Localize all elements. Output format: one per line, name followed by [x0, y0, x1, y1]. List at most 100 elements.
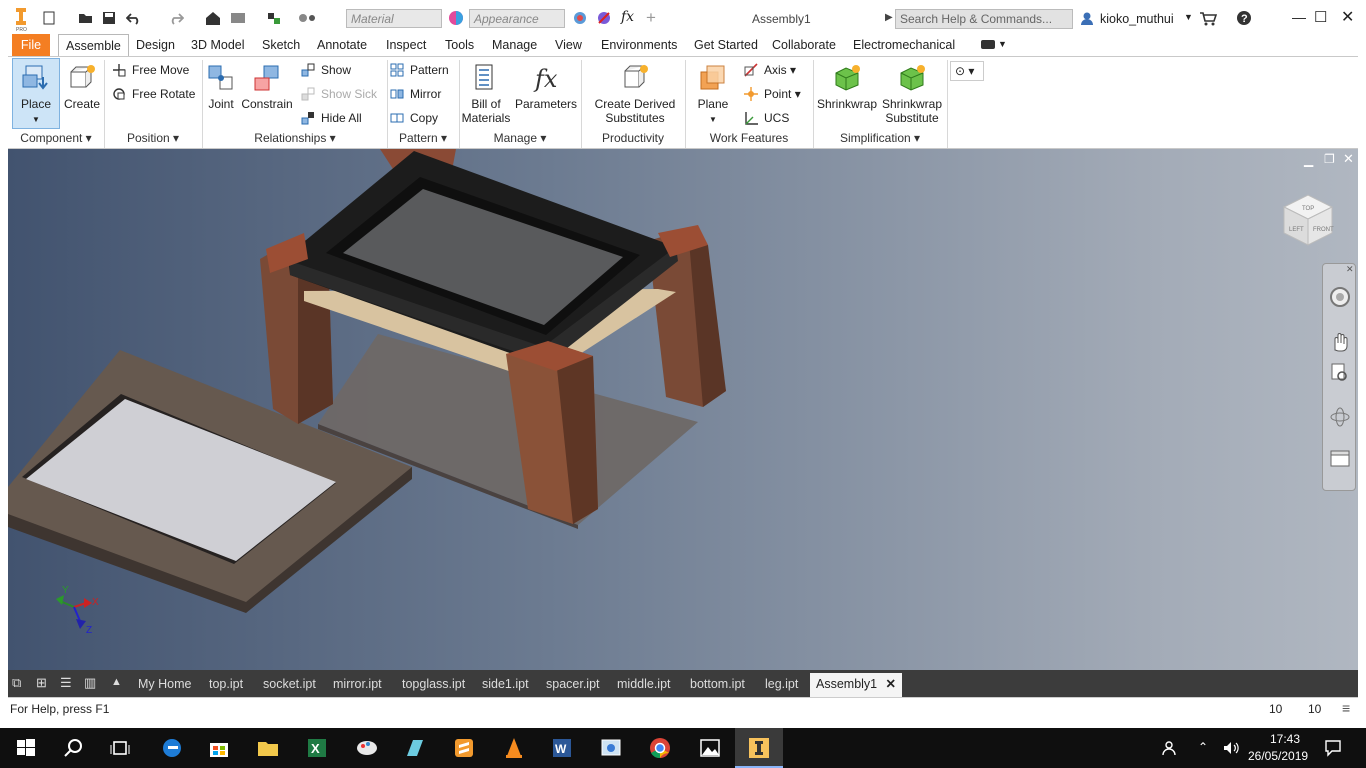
- search-help-input[interactable]: Search Help & Commands...: [895, 9, 1073, 29]
- tab-assemble[interactable]: Assemble: [58, 34, 129, 57]
- file-explorer-icon[interactable]: [256, 736, 280, 760]
- clock-date[interactable]: 26/05/2019: [1248, 749, 1308, 763]
- vlc-icon[interactable]: [502, 736, 526, 760]
- tab-collaborate[interactable]: Collaborate: [765, 34, 843, 56]
- people-icon[interactable]: [1160, 740, 1178, 756]
- paint-icon[interactable]: [355, 736, 379, 760]
- expand-arrow-icon[interactable]: ▶: [885, 12, 893, 23]
- chrome-icon[interactable]: [648, 736, 672, 760]
- doc-tab-top[interactable]: top.ipt: [203, 673, 249, 697]
- sublime-icon[interactable]: [452, 736, 476, 760]
- tab-sketch[interactable]: Sketch: [255, 34, 307, 56]
- volume-icon[interactable]: [1222, 740, 1240, 756]
- group-manage-label[interactable]: Manage ▾: [460, 131, 580, 145]
- adjust-icon[interactable]: [572, 10, 588, 26]
- ucs-button[interactable]: UCS: [744, 109, 789, 127]
- tab-get-started[interactable]: Get Started: [687, 34, 765, 56]
- tab-file[interactable]: File: [12, 34, 50, 56]
- doc-tab-my-home[interactable]: My Home: [132, 673, 197, 697]
- close-icon[interactable]: ✕: [1341, 7, 1354, 27]
- select-icon[interactable]: [266, 11, 284, 25]
- tab-list-icon[interactable]: ▲: [111, 676, 122, 688]
- appearance-dropdown[interactable]: Appearance: [469, 9, 565, 28]
- group-simplification-label[interactable]: Simplification ▾: [814, 131, 946, 145]
- redo-icon[interactable]: [168, 11, 184, 25]
- view-restore-icon[interactable]: ❐: [1324, 152, 1335, 166]
- doc-tab-spacer[interactable]: spacer.ipt: [540, 673, 606, 697]
- steering-wheel-icon[interactable]: [1329, 286, 1351, 308]
- excel-icon[interactable]: X: [305, 736, 329, 760]
- fx-icon[interactable]: fx: [621, 9, 634, 25]
- doc-tab-side1[interactable]: side1.ipt: [476, 673, 535, 697]
- windows-start-icon[interactable]: [14, 736, 38, 760]
- doc-tab-leg[interactable]: leg.ipt: [759, 673, 804, 697]
- tab-manage[interactable]: Manage: [485, 34, 544, 56]
- viewcube[interactable]: TOP LEFT FRONT: [1280, 189, 1338, 249]
- tab-electromechanical[interactable]: Electromechanical: [846, 34, 962, 56]
- status-menu-icon[interactable]: ≡: [1342, 700, 1350, 716]
- bill-of-materials-button[interactable]: Bill of Materials: [460, 63, 512, 125]
- video-icon[interactable]: [981, 40, 995, 49]
- group-component-label[interactable]: Component ▾: [10, 131, 102, 145]
- tab-design[interactable]: Design: [129, 34, 182, 56]
- joint-button[interactable]: Joint: [204, 63, 238, 111]
- group-position-label[interactable]: Position ▾: [106, 131, 200, 145]
- plane-dropdown-icon[interactable]: ▼: [709, 115, 717, 124]
- appearance-icon[interactable]: [448, 10, 464, 26]
- tab-annotate[interactable]: Annotate: [310, 34, 374, 56]
- tab-inspect[interactable]: Inspect: [379, 34, 433, 56]
- notifications-icon[interactable]: [1324, 739, 1342, 757]
- show-button[interactable]: Show: [301, 61, 351, 79]
- copy-button[interactable]: Copy: [390, 109, 438, 127]
- help-icon[interactable]: ?: [1236, 10, 1252, 26]
- parameters-button[interactable]: fx Parameters: [514, 63, 578, 111]
- undo-icon[interactable]: [126, 11, 142, 25]
- doc-tab-topglass[interactable]: topglass.ipt: [396, 673, 471, 697]
- material-dropdown[interactable]: Material: [346, 9, 442, 28]
- save-icon[interactable]: [102, 11, 116, 25]
- pan-icon[interactable]: [1329, 330, 1351, 352]
- tab-3d-model[interactable]: 3D Model: [184, 34, 252, 56]
- cascade-icon[interactable]: ⧉: [12, 675, 21, 691]
- doc-tab-mirror[interactable]: mirror.ipt: [327, 673, 388, 697]
- point-button[interactable]: Point ▾: [744, 85, 801, 103]
- graphics-viewport[interactable]: ▁ ❐ ✕ TOP LEFT FRONT ✕ Y X Z: [8, 149, 1358, 670]
- edge-icon[interactable]: [160, 736, 184, 760]
- hide-all-button[interactable]: Hide All: [301, 109, 362, 127]
- home-icon[interactable]: [205, 11, 221, 25]
- view-close-icon[interactable]: ✕: [1343, 151, 1354, 167]
- plane-button[interactable]: Plane ▼: [692, 63, 734, 127]
- update-icon[interactable]: [230, 11, 248, 25]
- doc-tab-middle[interactable]: middle.ipt: [611, 673, 677, 697]
- tile-icon[interactable]: ⊞: [36, 675, 47, 691]
- group-pattern-label[interactable]: Pattern ▾: [388, 131, 458, 145]
- top-frame-part[interactable]: [288, 151, 678, 363]
- doc-tab-assembly1[interactable]: Assembly1 ✕: [810, 673, 902, 697]
- place-button[interactable]: Place ▼: [13, 63, 59, 127]
- arrange-vertical-icon[interactable]: ▥: [84, 675, 96, 691]
- cart-icon[interactable]: [1199, 11, 1217, 27]
- task-view-icon[interactable]: [108, 736, 132, 760]
- open-icon[interactable]: [78, 11, 94, 25]
- tab-view[interactable]: View: [548, 34, 589, 56]
- tab-tools[interactable]: Tools: [438, 34, 481, 56]
- clear-appearance-icon[interactable]: [596, 10, 612, 26]
- store-icon[interactable]: [207, 736, 231, 760]
- ribbon-customize-button[interactable]: ⊙ ▾: [950, 61, 984, 81]
- user-name[interactable]: kioko_muthui: [1100, 12, 1174, 26]
- tab-environments[interactable]: Environments: [594, 34, 684, 56]
- model-canvas[interactable]: [8, 149, 1358, 670]
- constrain-button[interactable]: Constrain: [240, 63, 294, 111]
- maximize-icon[interactable]: ☐: [1314, 8, 1327, 26]
- view-face-icon[interactable]: [1329, 448, 1351, 470]
- create-button[interactable]: Create: [62, 63, 102, 111]
- minimize-icon[interactable]: —: [1292, 9, 1306, 25]
- tab-overflow-icon[interactable]: ▼: [998, 39, 1007, 49]
- search-icon[interactable]: [62, 736, 86, 760]
- plus-icon[interactable]: +: [646, 8, 656, 28]
- navbar-close-icon[interactable]: ✕: [1346, 264, 1354, 275]
- free-move-button[interactable]: Free Move: [112, 61, 189, 79]
- measure-icon[interactable]: [298, 11, 318, 25]
- orbit-icon[interactable]: [1329, 406, 1351, 428]
- inventor-taskbar-button[interactable]: [735, 728, 783, 768]
